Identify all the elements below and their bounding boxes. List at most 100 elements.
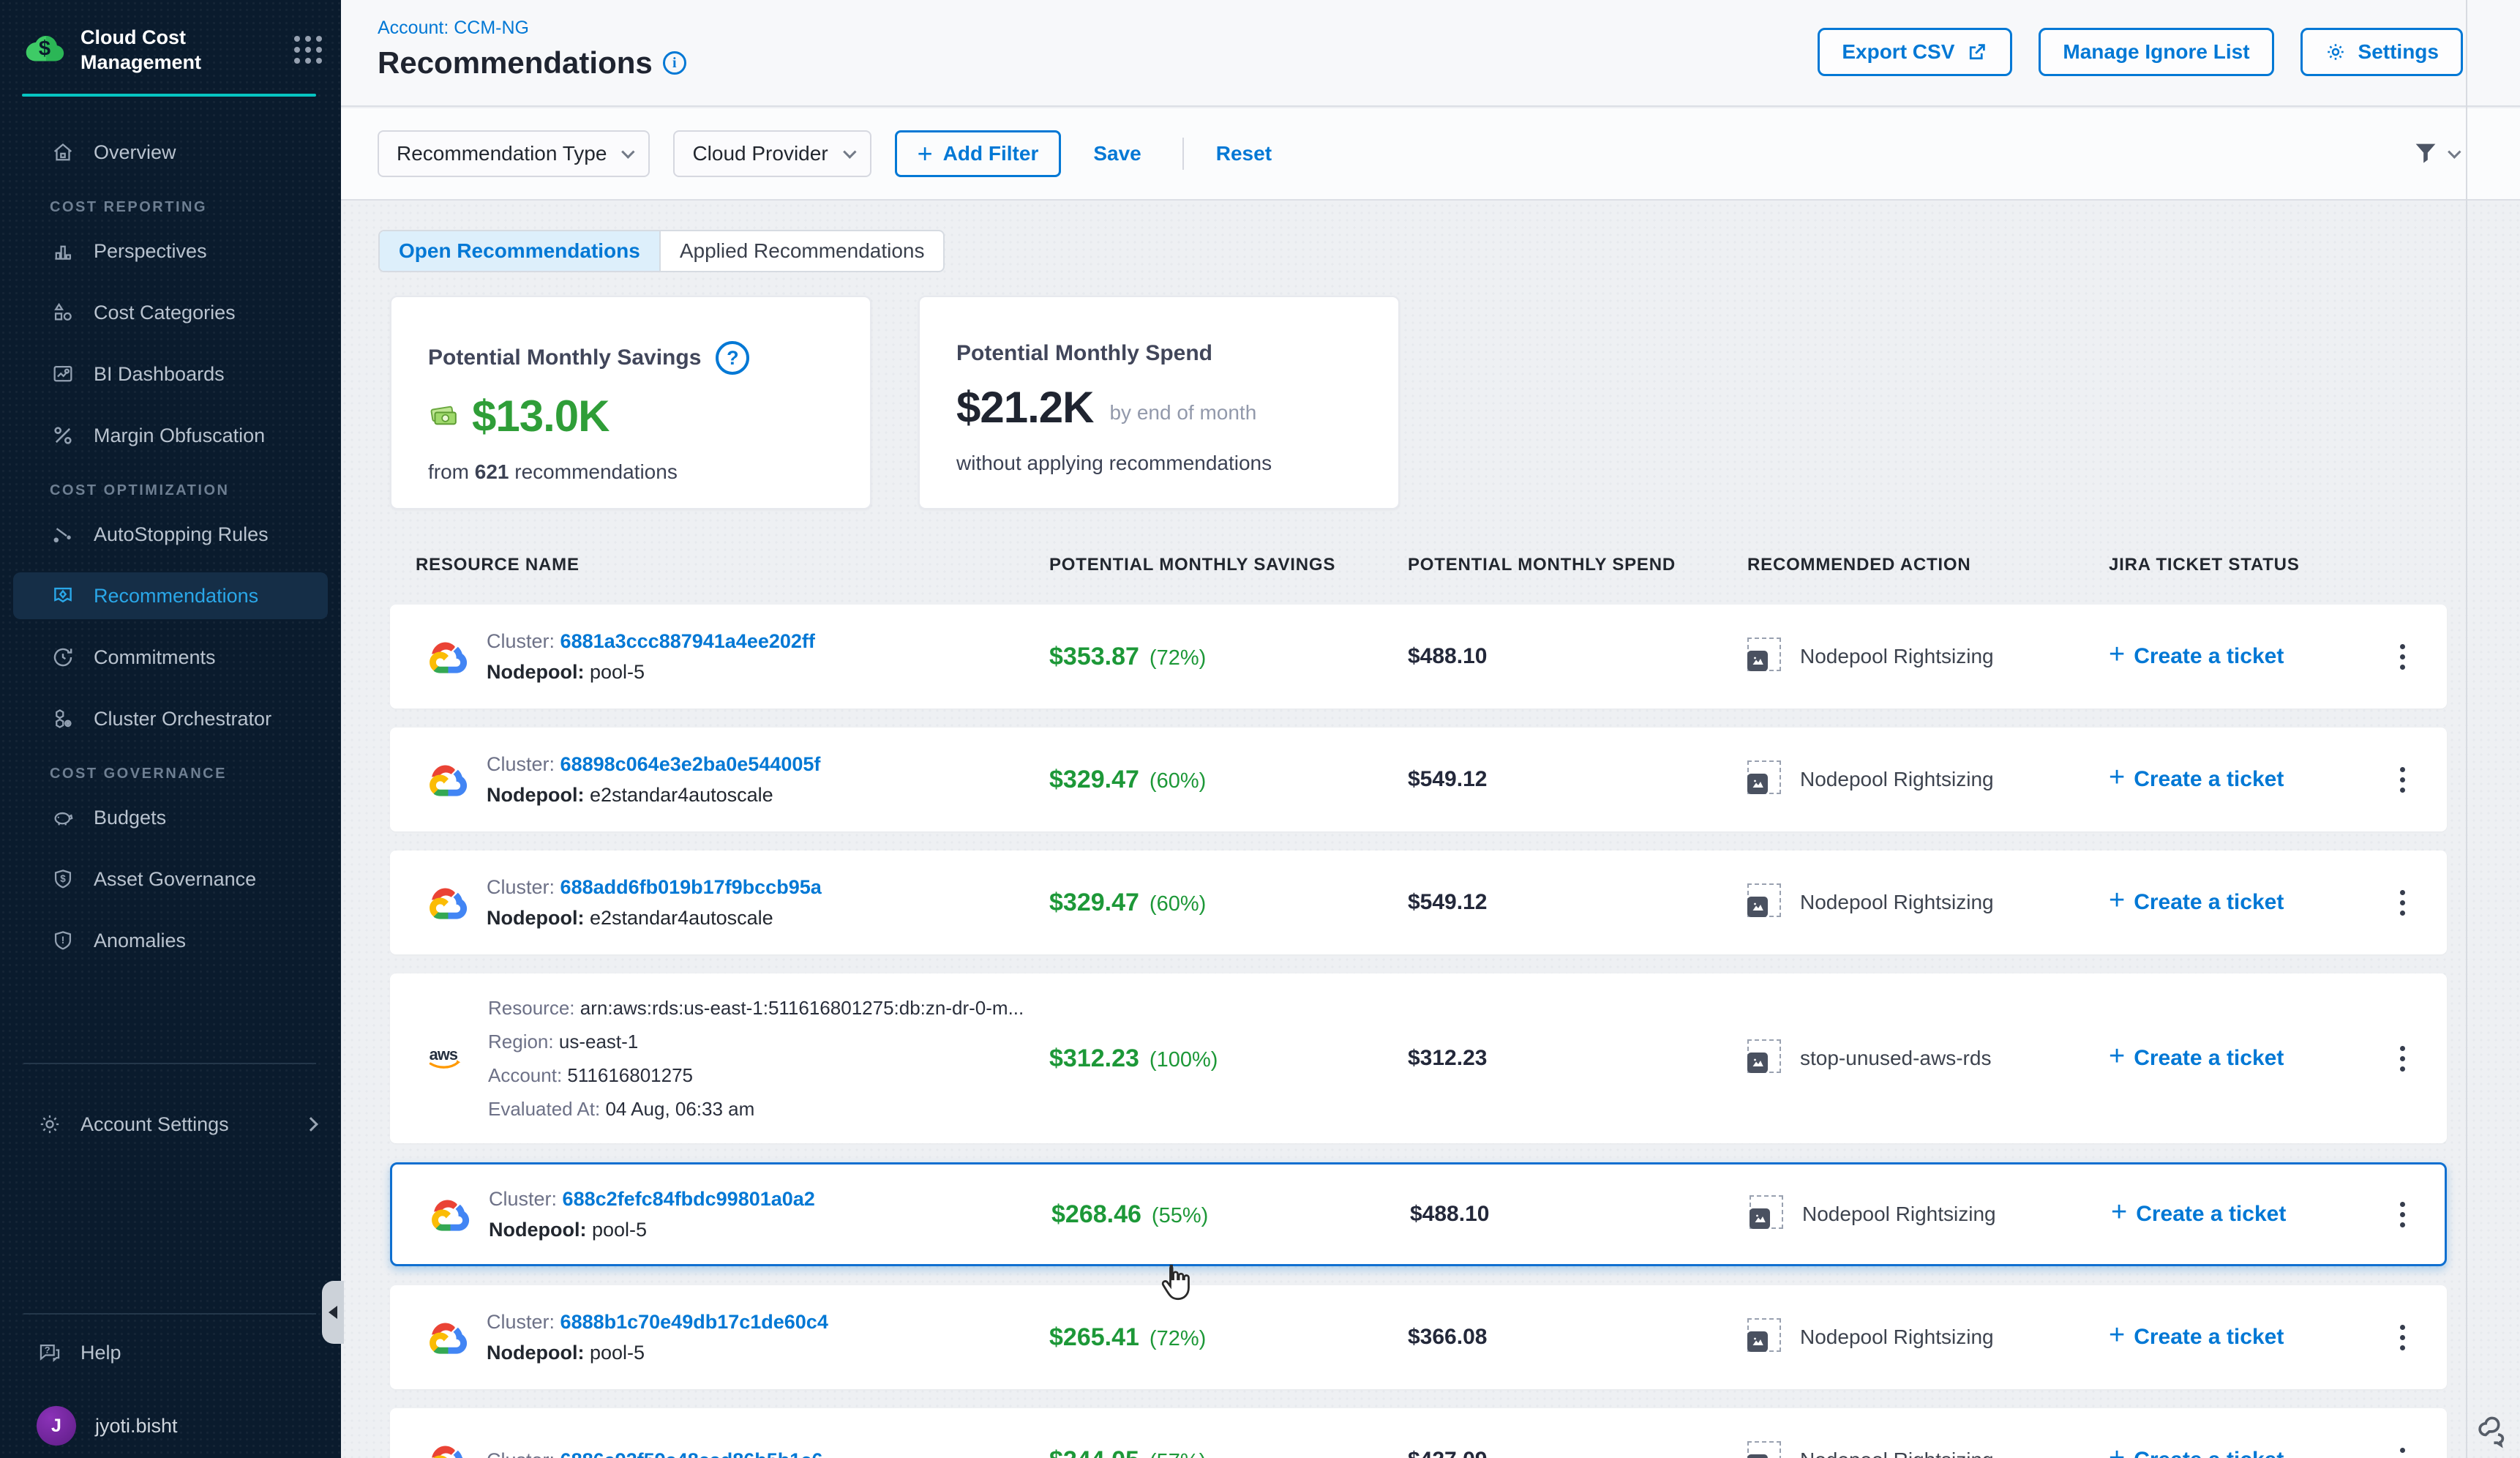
sidebar-item-bi-dashboards[interactable]: BI Dashboards: [13, 351, 328, 397]
brand-header: $ Cloud Cost Management: [22, 25, 322, 75]
gcp-logo-icon: [427, 640, 468, 673]
recommended-action-cell: Nodepool Rightsizing: [1747, 1441, 2109, 1458]
resource-link[interactable]: 6881a3ccc887941a4ee202ff: [560, 630, 815, 652]
row-menu-button[interactable]: [2388, 883, 2417, 923]
scroll-gutter-divider: [2466, 0, 2467, 1458]
plus-icon: +: [2109, 654, 2125, 659]
help-chat-icon: ?: [37, 1339, 63, 1366]
row-menu-button[interactable]: [2388, 1195, 2417, 1235]
row-menu-button[interactable]: [2388, 637, 2417, 677]
recommendation-row[interactable]: Cluster: 688c2fefc84fbdc99801a0a2 Nodepo…: [390, 1162, 2447, 1266]
sidebar-section-cost-governance: COST GOVERNANCE: [50, 766, 341, 782]
sidebar-item-cost-categories[interactable]: Cost Categories: [13, 289, 328, 336]
recommendation-row[interactable]: aws Resource: arn:aws:rds:us-east-1:5116…: [390, 973, 2447, 1143]
sidebar-item-commitments[interactable]: Commitments: [13, 634, 328, 681]
create-ticket-button[interactable]: + Create a ticket: [2109, 1046, 2358, 1071]
resource-line: Nodepool: e2standar4autoscale: [487, 780, 820, 810]
sidebar-item-margin-obfuscation[interactable]: Margin Obfuscation: [13, 412, 328, 459]
recommended-action-cell: Nodepool Rightsizing: [1747, 760, 2109, 799]
recommendation-row[interactable]: Cluster: 6881a3ccc887941a4ee202ff Nodepo…: [390, 605, 2447, 709]
resource-link[interactable]: 6886e92f59a48cad86b5b1c6: [560, 1449, 823, 1458]
chat-widget-icon[interactable]: [2475, 1412, 2513, 1454]
sidebar-item-recommendations[interactable]: Recommendations: [13, 572, 328, 619]
question-icon[interactable]: ?: [716, 341, 749, 375]
rightsizing-icon: [1750, 1195, 1783, 1234]
rightsizing-icon: [1747, 1318, 1781, 1357]
resource-line: Cluster: 6888b1c70e49db17c1de60c4: [487, 1307, 828, 1336]
column-header-potential-monthly-savings: POTENTIAL MONTHLY SAVINGS: [1049, 555, 1408, 575]
content-area: Open Recommendations Applied Recommendat…: [341, 202, 2520, 1458]
row-menu-button[interactable]: [2388, 1317, 2417, 1358]
user-menu[interactable]: J jyoti.bisht: [0, 1402, 341, 1449]
resource-link[interactable]: 688c2fefc84fbdc99801a0a2: [563, 1188, 815, 1210]
filter-panel-toggle[interactable]: [2411, 139, 2457, 168]
commitments-icon: [50, 644, 76, 670]
username-label: jyoti.bisht: [95, 1415, 178, 1438]
create-ticket-button[interactable]: + Create a ticket: [2109, 890, 2358, 915]
create-ticket-button[interactable]: + Create a ticket: [2111, 1202, 2360, 1227]
export-csv-button[interactable]: Export CSV: [1818, 28, 2012, 76]
table-header: RESOURCE NAMEPOTENTIAL MONTHLY SAVINGSPO…: [390, 555, 2447, 575]
potential-monthly-savings-cell: $244.05(57%): [1049, 1446, 1408, 1458]
sidebar-nav: Overview COST REPORTING Perspectives Cos…: [0, 129, 341, 979]
column-header-potential-monthly-spend: POTENTIAL MONTHLY SPEND: [1408, 555, 1747, 575]
resource-link[interactable]: 688add6fb019b17f9bccb95a: [560, 876, 822, 898]
sidebar-item-label: Commitments: [94, 646, 216, 669]
column-header-recommended-action: RECOMMENDED ACTION: [1747, 555, 2109, 575]
module-switcher-icon[interactable]: [294, 36, 322, 64]
asset-governance-icon: $: [50, 866, 76, 892]
row-menu-button[interactable]: [2388, 1039, 2417, 1079]
recommendation-row[interactable]: Cluster: 6886e92f59a48cad86b5b1c6 $244.0…: [390, 1408, 2447, 1458]
info-icon[interactable]: i: [663, 51, 686, 75]
sidebar-item-overview[interactable]: Overview: [13, 129, 328, 176]
recommendation-row[interactable]: Cluster: 68898c064e3e2ba0e544005f Nodepo…: [390, 728, 2447, 831]
create-ticket-button[interactable]: + Create a ticket: [2109, 767, 2358, 792]
sidebar-item-label: Cost Categories: [94, 302, 236, 324]
recommendation-type-select[interactable]: Recommendation Type: [378, 130, 650, 177]
save-filter-button[interactable]: Save: [1093, 142, 1141, 165]
resource-line: Nodepool: pool-5: [489, 1215, 815, 1244]
money-icon: [428, 400, 460, 433]
tab-applied-recommendations[interactable]: Applied Recommendations: [661, 231, 944, 271]
resource-link[interactable]: 6888b1c70e49db17c1de60c4: [560, 1311, 828, 1333]
plus-icon: +: [2111, 1212, 2127, 1216]
column-header-resource-name: RESOURCE NAME: [416, 555, 1049, 575]
sidebar-item-anomalies[interactable]: ! Anomalies: [13, 917, 328, 964]
cloud-provider-select[interactable]: Cloud Provider: [673, 130, 871, 177]
action-label: Nodepool Rightsizing: [1800, 768, 1994, 791]
tab-open-recommendations[interactable]: Open Recommendations: [380, 231, 661, 271]
recommendation-row[interactable]: Cluster: 688add6fb019b17f9bccb95a Nodepo…: [390, 850, 2447, 954]
sidebar-item-account-settings[interactable]: Account Settings: [0, 1101, 341, 1148]
chevron-down-icon: [2448, 145, 2461, 158]
row-menu-button[interactable]: [2388, 1440, 2417, 1458]
reset-filter-button[interactable]: Reset: [1216, 142, 1272, 165]
sidebar-item-autostopping-rules[interactable]: AutoStopping Rules: [13, 511, 328, 558]
potential-monthly-spend-card: Potential Monthly Spend $21.2K by end of…: [918, 296, 1400, 509]
settings-button[interactable]: Settings: [2300, 28, 2463, 76]
help-label: Help: [80, 1342, 121, 1364]
sidebar-divider: [23, 1313, 316, 1315]
sidebar-item-cluster-orchestrator[interactable]: Cluster Orchestrator: [13, 695, 328, 742]
resource-line: Evaluated At: 04 Aug, 06:33 am: [488, 1093, 1024, 1125]
sidebar-item-label: Asset Governance: [94, 868, 256, 891]
recommendation-row[interactable]: Cluster: 6888b1c70e49db17c1de60c4 Nodepo…: [390, 1285, 2447, 1389]
add-filter-button[interactable]: +Add Filter: [895, 130, 1062, 177]
sidebar-item-label: Anomalies: [94, 930, 186, 952]
breadcrumb[interactable]: Account: CCM-NG: [378, 18, 529, 39]
plus-icon: +: [2109, 1056, 2125, 1061]
sidebar-item-perspectives[interactable]: Perspectives: [13, 228, 328, 274]
create-ticket-button[interactable]: + Create a ticket: [2109, 644, 2358, 669]
resource-link[interactable]: 68898c064e3e2ba0e544005f: [560, 753, 821, 775]
savings-card-title: Potential Monthly Savings: [428, 345, 701, 370]
sidebar-item-help[interactable]: ? Help: [0, 1329, 341, 1376]
sidebar-divider: [23, 1063, 316, 1064]
create-ticket-button[interactable]: + Create a ticket: [2109, 1448, 2358, 1458]
gcp-logo-icon: [427, 763, 468, 796]
row-menu-button[interactable]: [2388, 760, 2417, 800]
chevron-right-icon: [304, 1117, 318, 1132]
manage-ignore-list-button[interactable]: Manage Ignore List: [2039, 28, 2273, 76]
create-ticket-button[interactable]: + Create a ticket: [2109, 1325, 2358, 1350]
sidebar-item-asset-governance[interactable]: $ Asset Governance: [13, 856, 328, 902]
sidebar-item-budgets[interactable]: Budgets: [13, 794, 328, 841]
sidebar-collapse-handle[interactable]: [322, 1281, 344, 1344]
